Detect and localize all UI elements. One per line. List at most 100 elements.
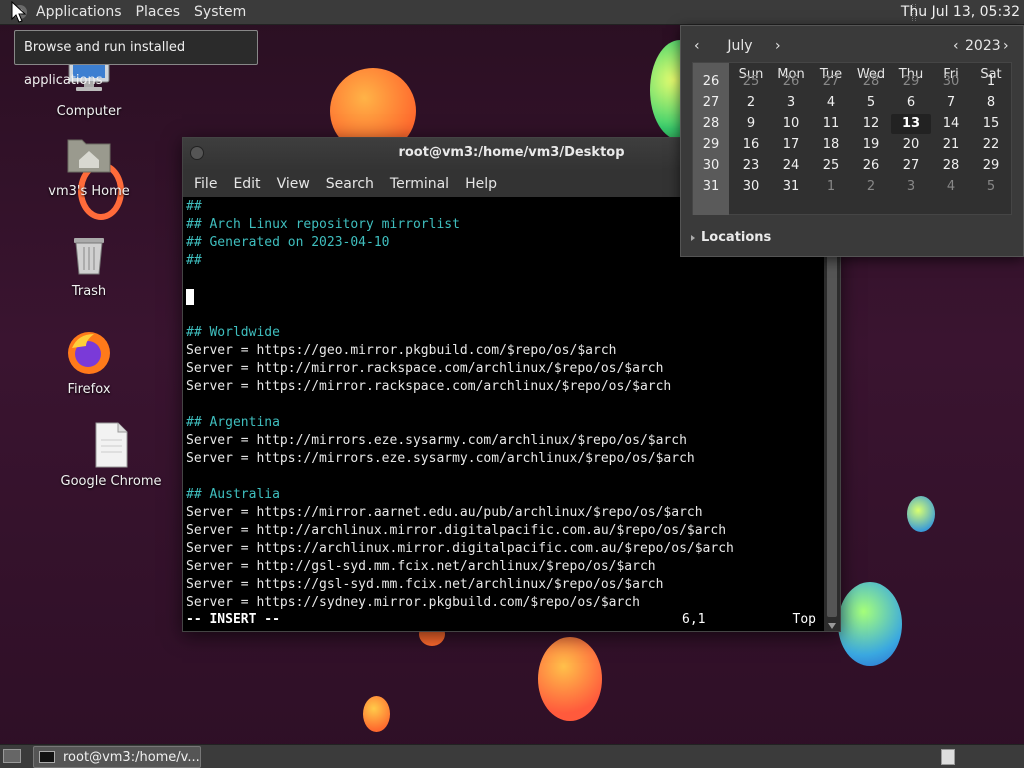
terminal-menu-help[interactable]: Help <box>457 176 505 192</box>
menu-places[interactable]: Places <box>129 0 188 25</box>
calendar-day[interactable]: 25 <box>811 156 851 176</box>
menu-applications[interactable]: Applications <box>32 0 129 25</box>
desktop-icon-firefox[interactable]: Firefox <box>34 328 144 397</box>
calendar-day[interactable]: 3 <box>891 177 931 197</box>
desktop-icon-google-chrome[interactable]: Google Chrome <box>56 420 166 489</box>
prev-year-button[interactable]: ‹ <box>953 38 959 54</box>
calendar-day[interactable]: 1 <box>971 72 1011 92</box>
mouse-cursor-icon <box>11 1 27 23</box>
calendar-day[interactable]: 1 <box>811 177 851 197</box>
calendar-day[interactable]: 25 <box>731 72 771 92</box>
terminal-menu-edit[interactable]: Edit <box>225 176 268 192</box>
vim-mode: -- INSERT -- <box>186 612 280 627</box>
calendar-day[interactable]: 31 <box>771 177 811 197</box>
show-desktop-icon[interactable] <box>3 749 21 763</box>
desktop-icon-label: Trash <box>71 284 107 299</box>
calendar-day[interactable]: 14 <box>931 114 971 134</box>
scroll-position: Top <box>792 612 816 627</box>
vim-status-line: -- INSERT -- 6,1 Top <box>186 611 816 629</box>
calendar-day[interactable]: 30 <box>731 177 771 197</box>
calendar-day[interactable]: 3 <box>771 93 811 113</box>
calendar-day[interactable]: 27 <box>891 156 931 176</box>
terminal-line: Server = https://archlinux.mirror.digita… <box>186 541 734 556</box>
terminal-line: ## Australia <box>186 487 280 502</box>
wallpaper-blob <box>363 696 390 732</box>
terminal-line: Server = http://gsl-syd.mm.fcix.net/arch… <box>186 559 656 574</box>
scrollbar-thumb[interactable] <box>827 197 837 617</box>
calendar-day[interactable]: 17 <box>771 135 811 155</box>
terminal-line: Server = https://mirror.rackspace.com/ar… <box>186 379 672 394</box>
calendar-day[interactable]: 12 <box>851 114 891 134</box>
scroll-down-icon[interactable] <box>828 623 836 629</box>
calendar-day[interactable]: 5 <box>971 177 1011 197</box>
calendar-day[interactable]: 10 <box>771 114 811 134</box>
clock[interactable]: Thu Jul 13, 05:32 <box>901 0 1020 25</box>
calendar-month: July <box>727 38 753 54</box>
calendar-day[interactable]: 18 <box>811 135 851 155</box>
expander-arrow-icon <box>691 234 695 241</box>
terminal-line: Server = http://archlinux.mirror.digital… <box>186 523 727 538</box>
terminal-menu-file[interactable]: File <box>186 176 225 192</box>
terminal-line: Server = http://mirrors.eze.sysarmy.com/… <box>186 433 687 448</box>
terminal-icon <box>39 751 55 763</box>
calendar-day[interactable]: 9 <box>731 114 771 134</box>
calendar-day[interactable]: 20 <box>891 135 931 155</box>
calendar-day[interactable]: 27 <box>811 72 851 92</box>
terminal-title: root@vm3:/home/vm3/Desktop <box>398 145 625 160</box>
desktop-icon-label: Firefox <box>67 382 111 397</box>
calendar-day[interactable]: 5 <box>851 93 891 113</box>
calendar-day[interactable]: 16 <box>731 135 771 155</box>
calendar-day[interactable]: 22 <box>971 135 1011 155</box>
wallpaper-blob <box>838 582 902 666</box>
home-folder-icon <box>64 130 114 180</box>
calendar-day[interactable]: 28 <box>931 156 971 176</box>
calendar-day[interactable]: 4 <box>811 93 851 113</box>
calendar-day[interactable]: 28 <box>851 72 891 92</box>
menu-system[interactable]: System <box>187 0 253 25</box>
calendar-day[interactable]: 24 <box>771 156 811 176</box>
calendar-day[interactable]: 29 <box>891 72 931 92</box>
taskbar-terminal-button[interactable]: root@vm3:/home/v... <box>33 746 201 768</box>
next-month-button[interactable]: › <box>775 38 781 54</box>
calendar-day[interactable]: 23 <box>731 156 771 176</box>
workspace-switcher[interactable] <box>941 749 955 765</box>
trash-icon <box>64 230 114 280</box>
desktop-icon-home[interactable]: vm3's Home <box>34 130 144 199</box>
terminal-text-area[interactable]: ## ## Arch Linux repository mirrorlist ## … <box>183 197 840 631</box>
terminal-line: Server = https://gsl-syd.mm.fcix.net/arc… <box>186 577 664 592</box>
calendar-day[interactable]: 6 <box>891 93 931 113</box>
calendar-day[interactable]: 30 <box>931 72 971 92</box>
calendar-day[interactable]: 29 <box>971 156 1011 176</box>
terminal-menu-search[interactable]: Search <box>318 176 382 192</box>
week-number: 27 <box>702 95 720 110</box>
terminal-menu-terminal[interactable]: Terminal <box>382 176 457 192</box>
locations-expander[interactable]: Locations <box>691 230 771 245</box>
next-year-button[interactable]: › <box>1003 38 1009 54</box>
terminal-line: Server = http://mirror.rackspace.com/arc… <box>186 361 664 376</box>
calendar-day[interactable]: 2 <box>731 93 771 113</box>
terminal-scrollbar[interactable] <box>824 197 840 631</box>
week-number: 28 <box>702 116 720 131</box>
calendar-day[interactable]: 2 <box>851 177 891 197</box>
calendar-day[interactable]: 26 <box>771 72 811 92</box>
terminal-line: Server = https://mirror.aarnet.edu.au/pu… <box>186 505 703 520</box>
terminal-menu-view[interactable]: View <box>269 176 318 192</box>
wallpaper-blob <box>538 637 602 721</box>
calendar-day[interactable]: 15 <box>971 114 1011 134</box>
calendar-day-today[interactable]: 13 <box>891 114 931 134</box>
calendar-day[interactable]: 19 <box>851 135 891 155</box>
terminal-line: Server = https://geo.mirror.pkgbuild.com… <box>186 343 617 358</box>
calendar-day[interactable]: 11 <box>811 114 851 134</box>
calendar-day[interactable]: 7 <box>931 93 971 113</box>
window-menu-button[interactable] <box>190 146 204 160</box>
calendar-day[interactable]: 4 <box>931 177 971 197</box>
applications-tooltip: Browse and run installed applications <box>14 30 258 88</box>
calendar-day[interactable]: 26 <box>851 156 891 176</box>
week-number: 26 <box>702 74 720 89</box>
calendar-day[interactable]: 21 <box>931 135 971 155</box>
calendar-day[interactable]: 8 <box>971 93 1011 113</box>
desktop-icon-trash[interactable]: Trash <box>34 230 144 299</box>
prev-month-button[interactable]: ‹ <box>694 38 700 54</box>
